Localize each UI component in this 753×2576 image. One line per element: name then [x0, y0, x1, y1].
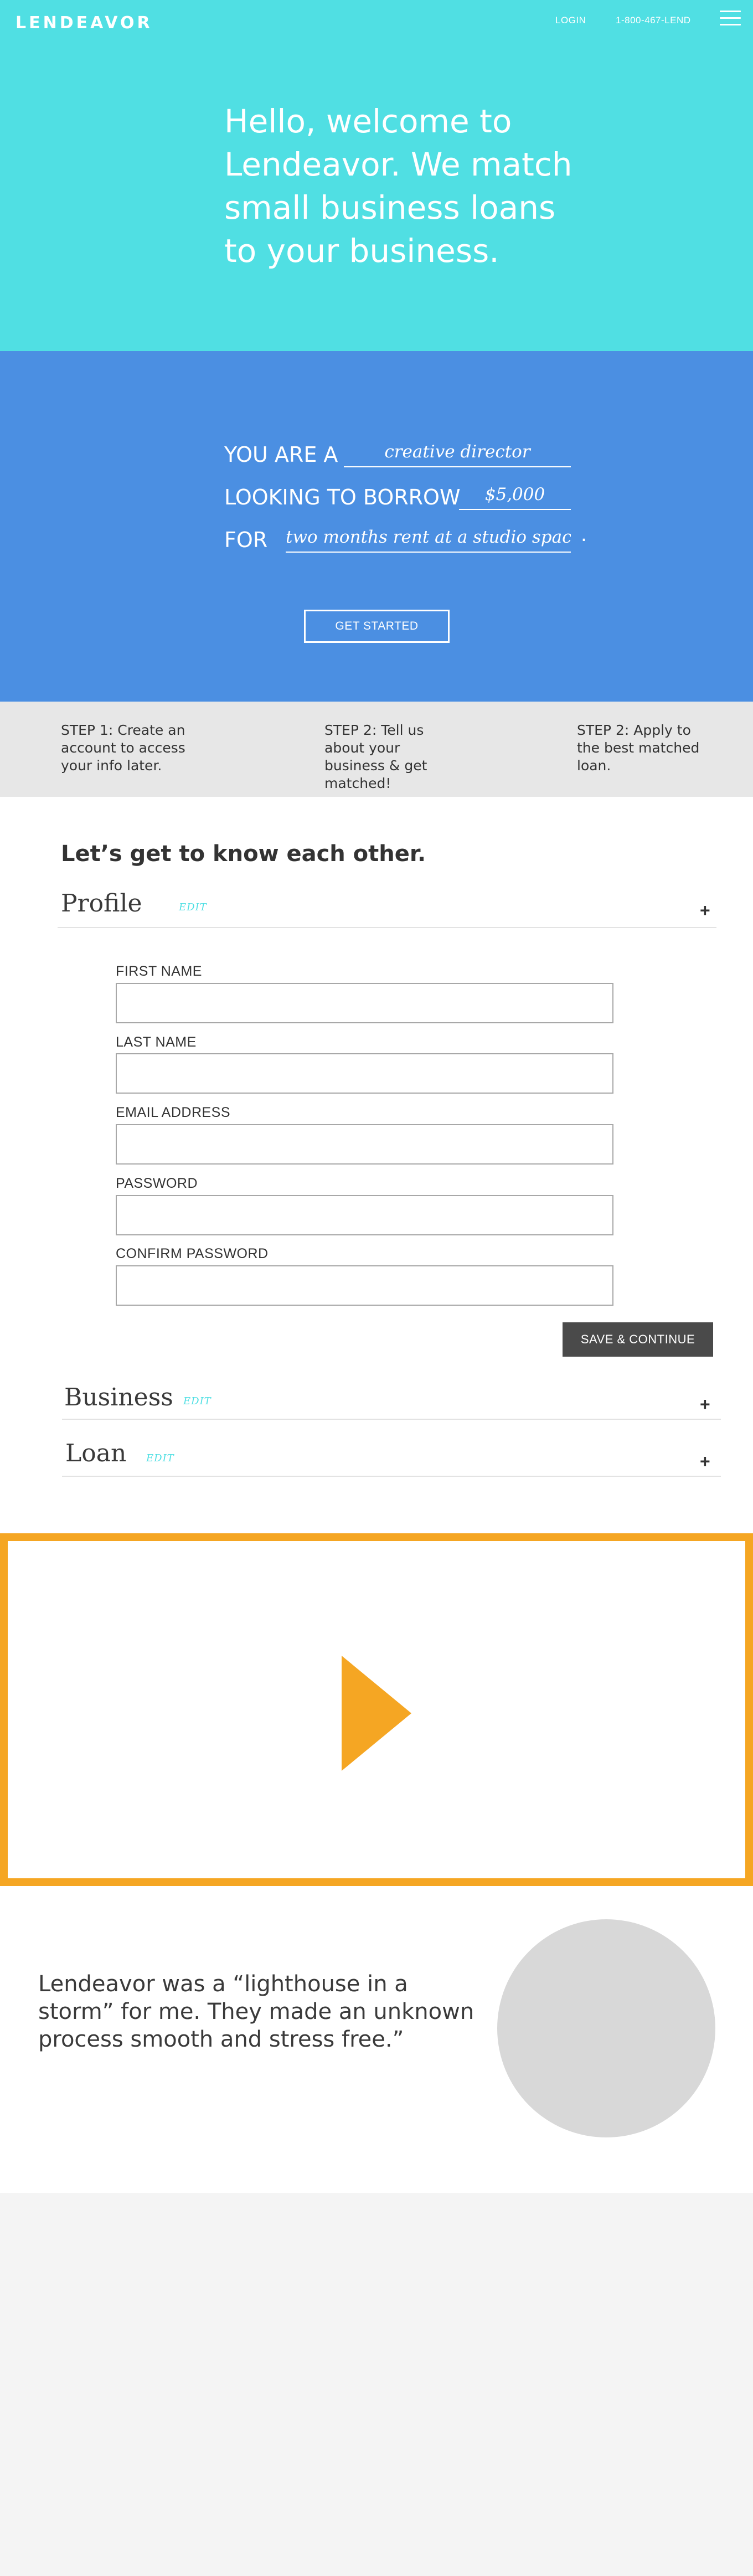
you-are-label: YOU ARE A	[224, 442, 338, 467]
accordion-title-profile: Profile	[61, 889, 142, 918]
hero-title: Hello, welcome to Lendeavor. We match sm…	[224, 102, 573, 270]
borrow-label: LOOKING TO BORROW	[224, 485, 461, 509]
menu-icon-bar	[720, 17, 741, 19]
signup-intro: Let’s get to know each other.	[61, 841, 426, 867]
business-accordion[interactable]: Business EDIT +	[62, 1381, 721, 1420]
accordion-title-loan: Loan	[65, 1439, 127, 1467]
first-name-label: FIRST NAME	[116, 964, 202, 979]
avatar	[497, 1919, 715, 2137]
logo[interactable]: LENDEAVOR	[16, 13, 153, 33]
loan-edit-link[interactable]: EDIT	[146, 1452, 174, 1464]
loan-accordion[interactable]: Loan EDIT +	[62, 1439, 721, 1477]
step-1: STEP 1: Create an account to access your…	[61, 722, 185, 774]
last-name-input[interactable]	[116, 1053, 613, 1094]
email-label: EMAIL ADDRESS	[116, 1105, 231, 1120]
expand-icon[interactable]: +	[700, 1395, 710, 1413]
menu-icon-bar	[720, 24, 741, 25]
testimonial-quote: Lendeavor was a “lighthouse in a storm” …	[38, 1971, 475, 2052]
quick-form-section: YOU ARE A LOOKING TO BORROW FOR . GET ST…	[0, 351, 753, 702]
step-2: STEP 2: Tell us about your business & ge…	[324, 722, 427, 791]
password-label: PASSWORD	[116, 1176, 198, 1191]
first-name-input[interactable]	[116, 983, 613, 1023]
testimonial-section: Lendeavor was a “lighthouse in a storm” …	[0, 1886, 753, 2193]
confirm-password-label: CONFIRM PASSWORD	[116, 1246, 269, 1261]
steps-section: STEP 1: Create an account to access your…	[0, 702, 753, 797]
play-icon[interactable]	[342, 1656, 411, 1771]
period-mark: .	[581, 522, 587, 546]
menu-icon[interactable]	[720, 11, 741, 27]
menu-icon-bar	[720, 11, 741, 12]
last-name-label: LAST NAME	[116, 1034, 197, 1050]
accordion-title-business: Business	[64, 1383, 173, 1411]
save-continue-button[interactable]: SAVE & CONTINUE	[563, 1322, 713, 1357]
expand-icon[interactable]: +	[700, 1452, 710, 1470]
for-label: FOR	[224, 528, 268, 552]
get-started-button[interactable]: GET STARTED	[304, 610, 450, 643]
signup-section: Let’s get to know each other. Profile ED…	[0, 797, 753, 1533]
business-edit-link[interactable]: EDIT	[183, 1395, 212, 1407]
video-player[interactable]	[0, 1533, 753, 1886]
login-link[interactable]: LOGIN	[555, 15, 586, 26]
role-input[interactable]	[344, 440, 571, 467]
purpose-input[interactable]	[286, 525, 571, 553]
phone-link[interactable]: 1-800-467-LEND	[616, 15, 691, 26]
expand-icon[interactable]: +	[700, 901, 710, 919]
email-input[interactable]	[116, 1124, 613, 1165]
profile-accordion[interactable]: Profile EDIT +	[58, 889, 716, 928]
confirm-password-input[interactable]	[116, 1265, 613, 1306]
profile-edit-link[interactable]: EDIT	[179, 901, 207, 913]
password-input[interactable]	[116, 1195, 613, 1235]
hero-section: LENDEAVOR LOGIN 1-800-467-LEND Hello, we…	[0, 0, 753, 351]
step-3: STEP 2: Apply to the best matched loan.	[577, 722, 700, 774]
amount-input[interactable]	[459, 482, 571, 510]
